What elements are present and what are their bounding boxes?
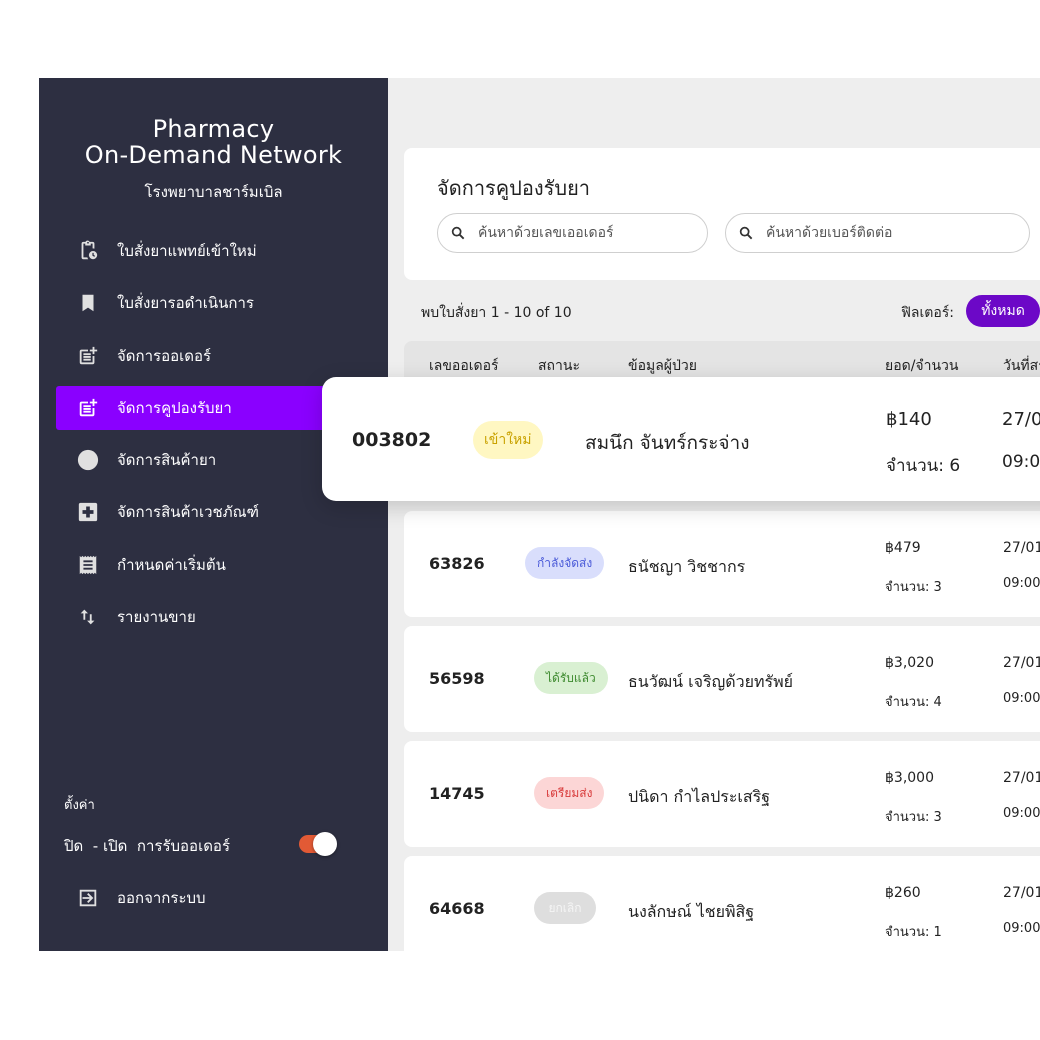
order-quantity: จำนวน: 3: [885, 580, 942, 595]
search-order-field[interactable]: [437, 213, 708, 253]
highlighted-row[interactable]: 003802 เข้าใหม่ สมนึก จันทร์กระจ่าง ฿140…: [322, 377, 1040, 501]
hospital-name: โรงพยาบาลชาร์มเบิล: [144, 183, 283, 201]
sidebar-item-coupons[interactable]: จัดการคูปองรับยา: [56, 386, 326, 430]
sidebar-item-new-prescriptions[interactable]: ใบสั่งยาแพทย์เข้าใหม่: [56, 229, 326, 273]
order-id: 14745: [429, 784, 485, 803]
receipt-icon: [76, 553, 100, 577]
column-patient[interactable]: ข้อมูลผู้ป่วย: [628, 355, 697, 377]
order-date: 27/0: [1002, 409, 1040, 430]
search-phone-input[interactable]: [764, 224, 988, 242]
order-time: 09:00: [1002, 452, 1040, 472]
sidebar-item-defaults[interactable]: กำหนดค่าเริ่มต้น: [56, 543, 326, 587]
toggle-label-text: ปิด - เปิด การรับออเดอร์: [64, 837, 230, 855]
search-order-input[interactable]: [476, 224, 700, 242]
circle-icon: [76, 448, 100, 472]
order-quantity: จำนวน: 4: [885, 695, 942, 710]
filter-all-button[interactable]: ทั้งหมด: [966, 295, 1040, 327]
order-amount: ฿479: [885, 540, 921, 556]
post-add-icon: [76, 344, 100, 368]
patient-name: ธนัชญา วิชชากร: [628, 557, 746, 576]
post-add-icon: [76, 396, 100, 420]
sidebar-item-medical-supplies[interactable]: จัดการสินค้าเวชภัณฑ์: [56, 490, 326, 534]
brand-title: Pharmacy: [152, 115, 275, 143]
order-date: 27/01: [1003, 655, 1040, 671]
order-date: 27/01: [1003, 540, 1040, 556]
search-phone-field[interactable]: [725, 213, 1030, 253]
status-badge: ยกเลิก: [534, 892, 596, 924]
sidebar-item-label: จัดการคูปองรับยา: [117, 399, 232, 417]
sidebar-item-sales-report[interactable]: รายงานขาย: [56, 595, 326, 639]
column-order-id[interactable]: เลขออเดอร์: [429, 355, 499, 377]
table-row[interactable]: 14745 เตรียมส่ง ปนิดา กำไลประเสริฐ ฿3,00…: [404, 741, 1040, 847]
order-quantity: จำนวน: 3: [885, 810, 942, 825]
sidebar-item-drug-products[interactable]: จัดการสินค้ายา: [56, 438, 326, 482]
sidebar-item-label: จัดการสินค้ายา: [117, 451, 217, 469]
order-id: 56598: [429, 669, 485, 688]
order-id: 003802: [352, 429, 432, 451]
table-row[interactable]: 56598 ได้รับแล้ว ธนวัฒน์ เจริญด้วยทรัพย์…: [404, 626, 1040, 732]
order-time: 09:00: [1003, 691, 1040, 706]
order-date: 27/01: [1003, 885, 1040, 901]
results-summary: พบใบสั่งยา 1 - 10 of 10: [421, 305, 572, 321]
sidebar-item-pending-prescriptions[interactable]: ใบสั่งยารอดำเนินการ: [56, 281, 326, 325]
status-badge: เข้าใหม่: [473, 421, 543, 459]
order-amount: ฿140: [886, 409, 932, 430]
order-quantity: จำนวน: 1: [885, 925, 942, 940]
column-amount[interactable]: ยอด/จำนวน: [885, 355, 959, 377]
logout-label: ออกจากระบบ: [117, 889, 206, 907]
settings-label: ตั้งค่า: [64, 798, 95, 813]
swap-vert-icon: [76, 605, 100, 629]
order-amount: ฿3,000: [885, 770, 934, 786]
logout-button[interactable]: ออกจากระบบ: [56, 876, 326, 920]
search-icon: [451, 226, 465, 240]
page-title: จัดการคูปองรับยา: [437, 176, 591, 200]
order-quantity: จำนวน: 6: [886, 456, 961, 476]
status-badge: เตรียมส่ง: [534, 777, 605, 809]
order-amount: ฿260: [885, 885, 921, 901]
sidebar-item-label: รายงานขาย: [117, 608, 196, 626]
logout-icon: [76, 886, 100, 910]
column-status[interactable]: สถานะ: [538, 355, 580, 377]
sidebar-item-label: กำหนดค่าเริ่มต้น: [117, 556, 226, 574]
sidebar-item-label: จัดการออเดอร์: [117, 347, 212, 365]
patient-name: ปนิดา กำไลประเสริฐ: [628, 787, 771, 806]
patient-name: สมนึก จันทร์กระจ่าง: [585, 432, 750, 454]
order-id: 64668: [429, 899, 485, 918]
order-date: 27/01: [1003, 770, 1040, 786]
header-card: จัดการคูปองรับยา: [404, 148, 1040, 280]
patient-name: นงลักษณ์ ไชยพิสิฐ: [628, 902, 755, 921]
order-time: 09:00: [1003, 921, 1040, 936]
column-date[interactable]: วันที่สร: [1003, 355, 1040, 377]
brand-subtitle: On-Demand Network: [84, 141, 343, 169]
sidebar-item-label: ใบสั่งยารอดำเนินการ: [117, 294, 254, 312]
medical-plus-icon: [76, 500, 100, 524]
sidebar: Pharmacy On-Demand Network โรงพยาบาลชาร์…: [39, 78, 388, 951]
order-time: 09:00: [1003, 806, 1040, 821]
search-icon: [739, 226, 753, 240]
clipboard-clock-icon: [76, 239, 100, 263]
status-badge: ได้รับแล้ว: [534, 662, 608, 694]
order-accept-toggle[interactable]: [299, 832, 337, 856]
table-row[interactable]: 64668 ยกเลิก นงลักษณ์ ไชยพิสิฐ ฿260 จำนว…: [404, 856, 1040, 951]
patient-name: ธนวัฒน์ เจริญด้วยทรัพย์: [628, 672, 794, 691]
sidebar-item-orders[interactable]: จัดการออเดอร์: [56, 334, 326, 378]
bookmark-icon: [76, 291, 100, 315]
order-amount: ฿3,020: [885, 655, 934, 671]
sidebar-item-label: จัดการสินค้าเวชภัณฑ์: [117, 503, 259, 521]
table-row[interactable]: 63826 กำลังจัดส่ง ธนัชญา วิชชากร ฿479 จำ…: [404, 511, 1040, 617]
sidebar-item-label: ใบสั่งยาแพทย์เข้าใหม่: [117, 242, 257, 260]
toggle-knob: [313, 832, 337, 856]
order-time: 09:00: [1003, 576, 1040, 591]
order-id: 63826: [429, 554, 485, 573]
status-badge: กำลังจัดส่ง: [525, 547, 605, 579]
filter-label: ฟิลเตอร์:: [901, 305, 955, 321]
